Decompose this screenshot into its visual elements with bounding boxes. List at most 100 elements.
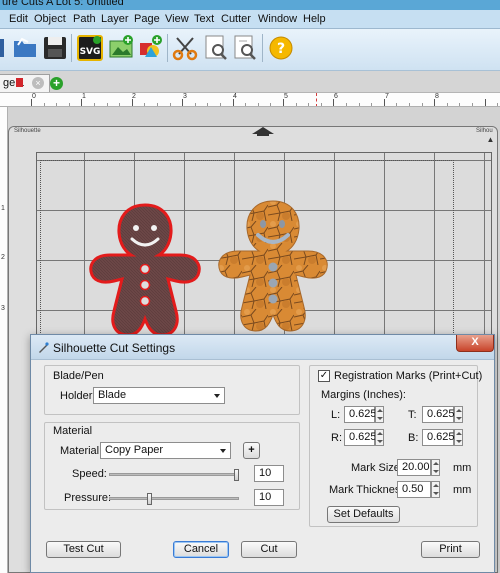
scissors-icon[interactable] — [172, 33, 198, 61]
menu-path[interactable]: Path — [73, 13, 96, 25]
gingerbread-man-red[interactable] — [88, 203, 203, 343]
ruler-number: 1 — [1, 205, 5, 212]
pressure-slider-thumb[interactable] — [146, 493, 152, 505]
ruler-number: 7 — [385, 93, 389, 100]
menu-text[interactable]: Text — [194, 13, 214, 25]
margin-left-input[interactable]: 0.625 — [344, 406, 377, 423]
ruler-number: 5 — [284, 93, 288, 100]
add-image-icon[interactable] — [108, 33, 134, 61]
mark-size-spinner[interactable] — [431, 459, 440, 476]
speed-input[interactable]: 10 — [254, 465, 284, 482]
svg-import-icon[interactable]: SVG — [77, 33, 103, 61]
toolbar-separator — [71, 34, 72, 62]
toolbar-separator — [262, 34, 263, 62]
dialog-title: Silhouette Cut Settings — [53, 341, 176, 355]
window-title-bar: ure Cuts A Lot 5: Untitled — [0, 0, 500, 10]
margin-top-input[interactable]: 0.625 — [422, 406, 455, 423]
close-tab-icon[interactable]: × — [32, 77, 44, 89]
toolbar-separator — [167, 34, 168, 62]
margin-bottom-input[interactable]: 0.625 — [422, 429, 455, 446]
material-group-label: Material — [53, 425, 93, 437]
pressure-slider-track[interactable] — [109, 497, 239, 500]
mark-thickness-spinner[interactable] — [431, 481, 440, 498]
menu-layer[interactable]: Layer — [101, 13, 129, 25]
print-button[interactable]: Print — [421, 541, 480, 558]
cut-button[interactable]: Cut — [241, 541, 297, 558]
toolbar: SVG ? — [0, 29, 500, 71]
speed-slider-thumb[interactable] — [234, 469, 239, 481]
mat-label-left: Silhouette — [14, 128, 41, 134]
zoom-preview-icon[interactable] — [232, 33, 258, 61]
mark-size-unit: mm — [453, 462, 472, 474]
margin-top-spinner[interactable] — [454, 406, 463, 423]
margin-left-spinner[interactable] — [375, 406, 384, 423]
margin-right-spinner[interactable] — [375, 429, 384, 446]
holder-label: Holder: — [60, 390, 96, 402]
margin-top-label: T: — [408, 409, 417, 421]
ruler-major-tick — [182, 99, 183, 106]
gingerbread-man-stone[interactable] — [216, 199, 331, 343]
speed-label: Speed: — [72, 468, 107, 480]
ruler-number: 8 — [435, 93, 439, 100]
svg-text:?: ? — [277, 41, 285, 57]
speed-slider-track[interactable] — [109, 473, 239, 476]
registration-checkbox[interactable]: ✓ — [318, 370, 330, 382]
ruler-number: 2 — [1, 254, 5, 261]
holder-value: Blade — [98, 389, 127, 401]
set-defaults-button[interactable]: Set Defaults — [327, 506, 400, 523]
close-icon[interactable]: X — [456, 335, 494, 352]
ruler-major-tick — [333, 99, 334, 106]
add-tab-icon[interactable]: + — [50, 77, 63, 90]
material-select[interactable]: Copy Paper — [100, 442, 231, 459]
open-icon[interactable] — [12, 33, 38, 61]
holder-select[interactable]: Blade — [93, 387, 225, 404]
dialog-title-bar[interactable]: Silhouette Cut Settings X — [31, 335, 494, 360]
ruler-major-tick — [31, 99, 32, 106]
margin-right-label: R: — [331, 432, 342, 444]
save-icon[interactable] — [42, 33, 68, 61]
menu-page[interactable]: Page — [134, 13, 160, 25]
blade-pen-group: Blade/Pen Holder: Blade — [44, 365, 300, 415]
document-tab-strip: ge 1 — [0, 71, 500, 93]
menu-view[interactable]: View — [165, 13, 189, 25]
margin-bottom-spinner[interactable] — [454, 429, 463, 446]
material-group: Material Material: Copy Paper + Speed: 1… — [44, 422, 300, 510]
mark-size-input[interactable]: 20.00 — [397, 459, 431, 476]
cursor-position-marker — [316, 93, 317, 106]
ruler-major-tick — [434, 99, 435, 106]
material-value: Copy Paper — [105, 444, 164, 456]
silhouette-app-icon — [39, 342, 49, 353]
ruler-number: 3 — [183, 93, 187, 100]
mark-size-label: Mark Size: — [351, 462, 403, 474]
ruler-major-tick — [233, 99, 234, 106]
menu-cutter[interactable]: Cutter — [221, 13, 251, 25]
scroll-up-icon[interactable]: ▲ — [486, 135, 495, 144]
menu-window[interactable]: Window — [258, 13, 297, 25]
menu-object[interactable]: Object — [34, 13, 66, 25]
ruler-number: 0 — [32, 93, 36, 100]
ruler-number: 3 — [1, 305, 5, 312]
menu-edit[interactable]: Edit — [9, 13, 28, 25]
add-shape-icon[interactable] — [137, 33, 163, 61]
mark-thickness-input[interactable]: 0.50 — [397, 481, 431, 498]
add-material-button[interactable]: + — [243, 442, 260, 459]
vertical-ruler: 1 2 3 — [0, 107, 8, 573]
window-title: ure Cuts A Lot 5: Untitled — [2, 0, 124, 8]
help-icon[interactable]: ? — [268, 33, 294, 61]
registration-label: Registration Marks (Print+Cut) — [334, 370, 483, 382]
pressure-label: Pressure: — [64, 492, 112, 504]
ruler-major-tick — [132, 99, 133, 106]
mark-thickness-unit: mm — [453, 484, 472, 496]
ruler-major-tick — [283, 99, 284, 106]
margin-left-label: L: — [331, 409, 341, 421]
blade-pen-group-label: Blade/Pen — [53, 370, 104, 382]
margin-right-input[interactable]: 0.625 — [344, 429, 377, 446]
pressure-input[interactable]: 10 — [254, 489, 284, 506]
cancel-button[interactable]: Cancel — [173, 541, 229, 558]
mat-label-right: Silhou — [476, 128, 493, 134]
ruler-major-tick — [384, 99, 385, 106]
preview-icon[interactable] — [203, 33, 229, 61]
test-cut-button[interactable]: Test Cut — [46, 541, 121, 558]
menu-help[interactable]: Help — [303, 13, 326, 25]
horizontal-ruler: 0 1 2 3 4 5 6 7 8 — [0, 93, 500, 107]
